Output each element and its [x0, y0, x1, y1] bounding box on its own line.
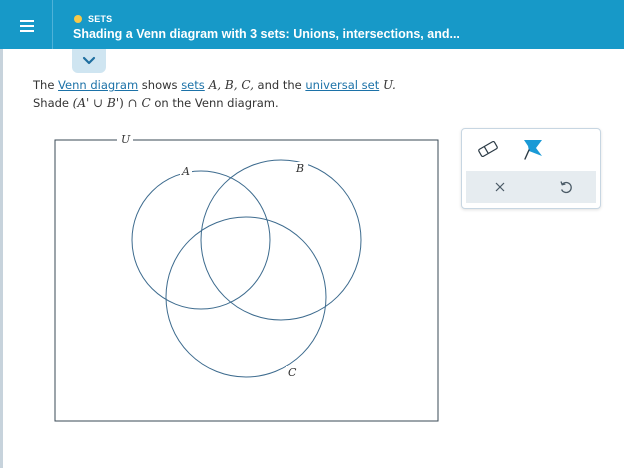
eraser-tool-button[interactable] [476, 139, 500, 159]
shading-toolbox [461, 128, 601, 209]
undo-icon [560, 181, 572, 194]
universal-set-rect[interactable] [54, 139, 439, 422]
universal-label: U [121, 133, 131, 146]
clear-button[interactable] [490, 177, 510, 197]
undo-button[interactable] [556, 177, 576, 197]
set-b-circle[interactable] [200, 159, 362, 321]
set-c-circle[interactable] [165, 216, 327, 378]
set-a-label: A [181, 165, 190, 178]
eraser-icon [478, 140, 498, 158]
set-c-label: C [288, 366, 297, 379]
action-bar [466, 171, 596, 203]
set-b-label: B [295, 162, 304, 175]
fill-tool-button[interactable] [520, 137, 546, 161]
close-icon [495, 182, 505, 192]
venn-diagram: U A B C [54, 133, 439, 422]
fill-flag-icon [524, 140, 542, 160]
